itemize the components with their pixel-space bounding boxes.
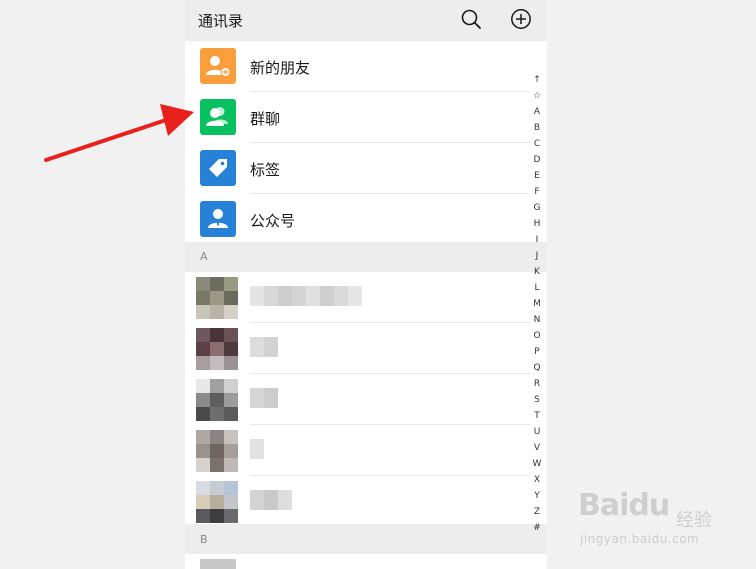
index-letter[interactable]: O — [533, 328, 540, 344]
contact-row[interactable] — [185, 554, 547, 569]
menu-item-label: 新的朋友 — [250, 59, 311, 77]
page-title: 通讯录 — [198, 12, 244, 30]
avatar — [196, 430, 238, 472]
index-letter[interactable]: D — [534, 152, 541, 168]
index-letter[interactable]: K — [534, 264, 540, 280]
index-letter[interactable]: X — [534, 472, 540, 488]
index-letter[interactable]: T — [534, 408, 540, 424]
menu-item-official-accounts[interactable]: 公众号 — [185, 194, 547, 244]
index-letter[interactable]: I — [536, 232, 539, 248]
index-letter[interactable]: P — [534, 344, 539, 360]
watermark-url: jingyan.baidu.com — [580, 532, 700, 546]
index-letter[interactable]: E — [534, 168, 540, 184]
group-chat-icon — [200, 99, 236, 135]
baidu-jingyan-watermark: Baidu 经验 jingyan.baidu.com — [578, 488, 748, 554]
menu-item-group-chats[interactable]: 群聊 — [185, 92, 547, 142]
tag-icon — [200, 150, 236, 186]
top-bar: 通讯录 — [185, 0, 547, 40]
index-letter[interactable]: Z — [534, 504, 540, 520]
watermark-jingyan: 经验 — [676, 510, 712, 531]
contact-name-blurred — [250, 439, 264, 459]
index-letter[interactable]: J — [536, 248, 539, 264]
index-letter[interactable]: ☆ — [533, 88, 541, 104]
index-letter[interactable]: B — [534, 120, 540, 136]
index-letter[interactable]: Q — [533, 360, 540, 376]
index-letter[interactable]: W — [533, 456, 542, 472]
official-account-icon — [200, 201, 236, 237]
section-header-b: B — [185, 525, 547, 554]
left-background — [0, 0, 185, 569]
contact-name-blurred — [250, 388, 278, 408]
contact-name-blurred — [250, 337, 278, 357]
index-letter[interactable]: Y — [534, 488, 540, 504]
index-letter[interactable]: V — [534, 440, 540, 456]
avatar — [196, 481, 238, 523]
section-letter: A — [200, 250, 208, 263]
contacts-screen: 通讯录 新的朋友 群聊 标签 公众号 A B ↑ ☆ A B C D E F G… — [185, 0, 547, 569]
index-letter[interactable]: A — [534, 104, 540, 120]
index-letter[interactable]: U — [534, 424, 541, 440]
avatar — [196, 379, 238, 421]
index-letter[interactable]: L — [534, 280, 539, 296]
index-letter[interactable]: N — [534, 312, 541, 328]
contact-row[interactable] — [185, 272, 547, 322]
index-letter[interactable]: C — [534, 136, 540, 152]
menu-item-new-friends[interactable]: 新的朋友 — [185, 41, 547, 91]
contact-row[interactable] — [185, 323, 547, 373]
contact-row[interactable] — [185, 476, 547, 526]
contact-row[interactable] — [185, 374, 547, 424]
index-letter[interactable]: # — [533, 520, 541, 536]
avatar — [196, 277, 238, 319]
contact-row[interactable] — [185, 425, 547, 475]
menu-item-label: 群聊 — [250, 110, 281, 128]
index-letter[interactable]: ↑ — [533, 72, 541, 88]
menu-item-label: 标签 — [250, 161, 281, 179]
red-arrow-annotation — [44, 104, 194, 162]
index-letter[interactable]: F — [534, 184, 539, 200]
menu-item-tags[interactable]: 标签 — [185, 143, 547, 193]
index-letter[interactable]: H — [534, 216, 541, 232]
index-letter[interactable]: S — [534, 392, 540, 408]
function-menu: 新的朋友 群聊 标签 公众号 — [185, 41, 547, 242]
avatar — [196, 328, 238, 370]
search-icon[interactable] — [460, 8, 482, 30]
section-letter: B — [200, 533, 208, 546]
avatar — [200, 559, 236, 569]
index-letter[interactable]: R — [534, 376, 540, 392]
add-friend-icon — [200, 48, 236, 84]
watermark-logo: Baidu — [578, 488, 670, 523]
contact-name-blurred — [250, 286, 362, 306]
contact-list — [185, 272, 547, 524]
add-icon[interactable] — [510, 8, 532, 30]
contact-name-blurred — [250, 490, 292, 510]
section-header-a: A — [185, 242, 547, 271]
alphabet-index-bar[interactable]: ↑ ☆ A B C D E F G H I J K L M N O P Q R S T U V W X Y Z # — [531, 72, 543, 537]
right-background — [547, 0, 756, 569]
index-letter[interactable]: M — [533, 296, 541, 312]
menu-item-label: 公众号 — [250, 212, 296, 230]
index-letter[interactable]: G — [534, 200, 541, 216]
